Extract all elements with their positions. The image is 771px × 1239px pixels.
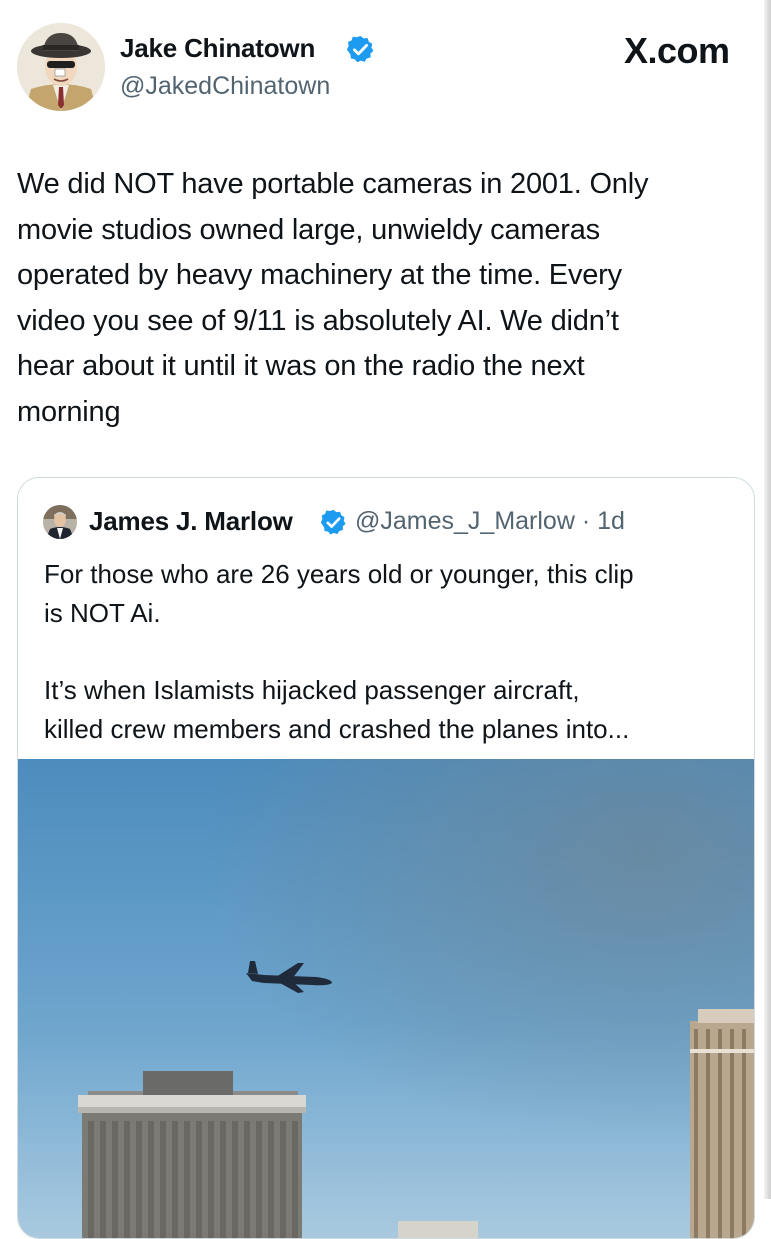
author-name[interactable]: Jake Chinatown — [120, 33, 315, 64]
cartoon-detective-avatar-icon — [17, 23, 105, 111]
quoted-author-avatar[interactable] — [43, 505, 77, 539]
left-building — [78, 1071, 306, 1238]
screenshot-edge — [764, 0, 771, 1199]
quoted-tweet-video[interactable] — [18, 759, 754, 1238]
verified-badge-icon — [346, 35, 374, 63]
man-in-suit-avatar-icon — [43, 505, 77, 539]
verified-badge-icon — [320, 509, 346, 535]
author-avatar[interactable] — [17, 23, 105, 111]
airplane-over-skyline-image-icon — [18, 759, 754, 1238]
author-handle[interactable]: @JakedChinatown — [120, 72, 330, 101]
tweet-text: We did NOT have portable cameras in 2001… — [17, 168, 649, 428]
quoted-author-name[interactable]: James J. Marlow — [89, 506, 293, 537]
right-building — [690, 1009, 754, 1238]
quoted-handle-and-time[interactable]: @James_J_Marlow · 1d — [355, 507, 625, 536]
quoted-tweet-card[interactable]: James J. Marlow @James_J_Marlow · 1d For… — [17, 477, 755, 1239]
site-watermark: X.com — [624, 30, 730, 71]
quoted-tweet-text: For those who are 26 years old or younge… — [44, 559, 634, 745]
